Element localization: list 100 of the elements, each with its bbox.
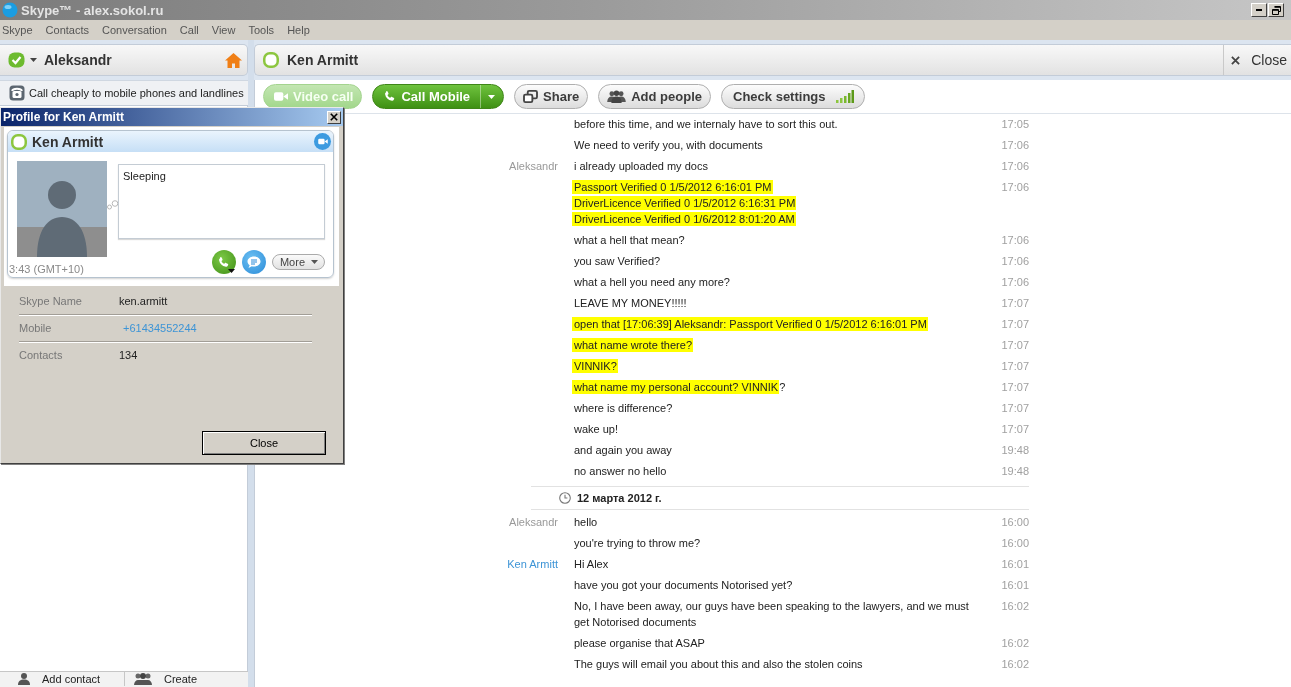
message-text: and again you away [574, 443, 673, 458]
close-button[interactable] [327, 110, 341, 124]
menu-item[interactable]: Call [179, 24, 199, 36]
message-time: 17:07 [1001, 380, 1029, 395]
message-text: hello [574, 515, 599, 530]
chat-button[interactable] [241, 250, 266, 274]
menu-item[interactable]: Help [287, 24, 310, 36]
date-label: 12 марта 2012 г. [577, 492, 662, 504]
message-time: 16:01 [1001, 557, 1029, 572]
message-time: 17:06 [1001, 138, 1029, 153]
clock-icon [559, 492, 571, 504]
message-time: 17:06 [1001, 180, 1029, 195]
check-settings-button[interactable]: Check settings [721, 84, 865, 109]
caret-icon [227, 269, 235, 273]
chat-bubble-icon [246, 255, 261, 269]
dialog-title: Profile for Ken Armitt [3, 110, 124, 124]
close-icon [1231, 55, 1241, 65]
restore-icon [1271, 5, 1281, 15]
message-time: 16:00 [1001, 536, 1029, 551]
people-icon [607, 90, 627, 103]
close-button[interactable]: Close [1223, 45, 1291, 75]
message-time: 17:05 [1001, 117, 1029, 132]
sender-name: Aleksandr [509, 515, 558, 530]
message-text: LEAVE MY MONEY!!!!! [574, 296, 688, 311]
video-call-button[interactable] [314, 133, 331, 150]
message-text: Hi Alex [574, 557, 610, 572]
status-ring-icon [263, 52, 279, 68]
message-time: 16:02 [1001, 599, 1029, 614]
message-text: where is difference? [574, 401, 674, 416]
window-title: Skype™ - alex.sokol.ru [21, 2, 164, 18]
account-name[interactable]: Aleksandr [44, 52, 112, 68]
message-time: 16:02 [1001, 636, 1029, 651]
menu-item[interactable]: Skype [2, 24, 33, 36]
menu-item[interactable]: Contacts [45, 24, 89, 36]
phone-icon [9, 85, 25, 101]
restore-button[interactable] [1268, 3, 1284, 17]
sender-name: Aleksandr [509, 159, 558, 174]
message-text: Passport Verified 0 1/5/2012 6:16:01 PM DriverLicence Verified 0 1/5/2012 6:16:31 PM DriverLicence Verified 0 1/6/2012 8:01:20 AM [574, 179, 798, 227]
phone-icon [383, 90, 397, 103]
message-text: wake up! [574, 422, 620, 437]
message-text: please organise that ASAP [574, 636, 706, 651]
menu-item[interactable]: Conversation [102, 24, 167, 36]
app-logo-icon [2, 2, 18, 18]
caret-icon [311, 260, 318, 264]
close-button[interactable]: Close [202, 431, 326, 455]
bubble-tail-icon [107, 200, 118, 210]
field-label: Skype Name [19, 294, 82, 309]
share-icon [523, 90, 539, 103]
message-text: have you got your documents Notorised yet? [574, 578, 794, 593]
message-text: what name my personal account? VINNIK? [574, 379, 787, 395]
add-people-button[interactable]: Add people [598, 84, 711, 109]
create-button[interactable]: Create [125, 672, 198, 686]
message-text: We need to verify you, with documents [574, 138, 764, 153]
message-text: The guys will email you about this and also the stolen coins [574, 657, 864, 672]
camera-icon [317, 138, 328, 145]
profile-name: Ken Armitt [32, 133, 104, 150]
field-label: Mobile [19, 321, 52, 336]
share-button[interactable]: Share [514, 84, 589, 109]
message-time: 16:01 [1001, 578, 1029, 593]
message-text: what a hell that mean? [574, 233, 686, 248]
message-time: 17:07 [1001, 296, 1029, 311]
message-text: open that [17:06:39] Aleksandr: Passport Verified 0 1/5/2012 6:16:01 PM [574, 316, 929, 332]
more-button[interactable]: More [271, 254, 325, 270]
person-icon [18, 673, 30, 685]
message-time: 17:07 [1001, 422, 1029, 437]
minimize-button[interactable] [1251, 3, 1267, 17]
message-time: 16:00 [1001, 515, 1029, 530]
status-check-icon [8, 52, 25, 68]
message-text: i already uploaded my docs [574, 159, 709, 174]
phone-icon [217, 255, 231, 269]
message-time: 17:07 [1001, 359, 1029, 374]
message-text: you're trying to throw me? [574, 536, 702, 551]
message-time: 19:48 [1001, 443, 1029, 458]
field-label: Contacts [19, 348, 63, 363]
message-text: what name wrote there? [574, 337, 695, 353]
message-time: 19:48 [1001, 464, 1029, 479]
message-text: before this time, and we internaly have to sort this out. [574, 117, 839, 132]
signal-bars-icon [835, 90, 854, 103]
message-text: VINNIK? [574, 358, 619, 374]
call-phones-link[interactable]: Call cheaply to mobile phones and landlines [0, 80, 248, 105]
field-value: ken.armitt [119, 294, 168, 309]
local-time: 3:43 (GMT+10) [9, 263, 84, 275]
message-text: no answer no hello [574, 464, 668, 479]
message-time: 17:06 [1001, 159, 1029, 174]
group-icon [134, 673, 152, 685]
mood-field[interactable]: Sleeping [118, 164, 325, 239]
message-text: No, I have been away, our guys have been speaking to the lawyers, and we must get Notorised documents [574, 599, 970, 630]
message-time: 17:07 [1001, 317, 1029, 332]
message-time: 17:06 [1001, 254, 1029, 269]
add-contact-button[interactable]: Add contact [0, 672, 125, 686]
sender-name: Ken Armitt [507, 557, 558, 572]
call-button[interactable] [211, 250, 236, 274]
message-time: 16:02 [1001, 657, 1029, 672]
menu-item[interactable]: View [211, 24, 236, 36]
caret-icon [30, 58, 37, 62]
menu-item[interactable]: Tools [248, 24, 275, 36]
message-text: you saw Verified? [574, 254, 662, 269]
status-ring-icon [11, 133, 27, 150]
message-time: 17:07 [1001, 401, 1029, 416]
message-time: 17:06 [1001, 233, 1029, 248]
